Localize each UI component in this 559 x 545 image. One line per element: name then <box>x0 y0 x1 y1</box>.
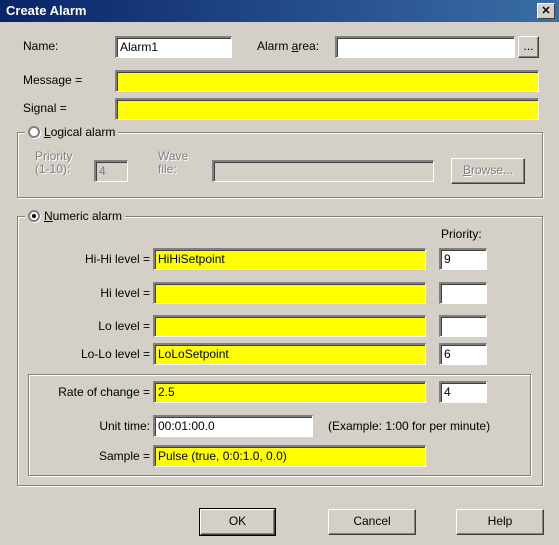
help-button[interactable]: Help <box>456 509 544 535</box>
lolo-priority-field[interactable]: 6 <box>439 343 487 365</box>
wave-file-label: Wave file: <box>158 149 189 176</box>
logical-alarm-radio[interactable]: Logical alarm <box>25 124 119 140</box>
close-icon: ✕ <box>541 5 551 17</box>
logical-alarm-radio-icon <box>28 126 40 138</box>
alarm-area-label: Alarm area: <box>257 39 320 53</box>
signal-field[interactable] <box>115 98 539 120</box>
signal-label: Signal = <box>23 101 67 115</box>
hihi-priority-field[interactable]: 9 <box>439 248 487 270</box>
unit-time-example: (Example: 1:00 for per minute) <box>328 419 491 433</box>
alarm-area-browse-button[interactable]: ... <box>518 36 539 58</box>
priority-header: Priority: <box>441 227 482 241</box>
numeric-alarm-radio-icon <box>28 210 40 222</box>
close-button[interactable]: ✕ <box>537 3 555 19</box>
sample-label: Sample = <box>98 449 150 463</box>
lo-level-label: Lo level = <box>98 319 150 333</box>
message-field[interactable] <box>115 70 539 92</box>
name-label: Name: <box>23 39 59 53</box>
unit-time-label: Unit time: <box>99 419 150 433</box>
hi-level-field[interactable] <box>153 282 426 304</box>
wave-file-field[interactable] <box>212 160 434 182</box>
logical-priority-field[interactable]: 4 <box>94 160 128 182</box>
priority-label: Priority (1-10): <box>35 149 73 176</box>
cancel-button[interactable]: Cancel <box>328 509 416 535</box>
lolo-level-label: Lo-Lo level = <box>80 347 150 361</box>
ok-button[interactable]: OK <box>199 508 276 536</box>
lo-level-field[interactable] <box>153 315 426 337</box>
numeric-alarm-radio[interactable]: Numeric alarm <box>25 208 126 224</box>
lolo-level-field[interactable]: LoLoSetpoint <box>153 343 426 365</box>
rate-priority-field[interactable]: 4 <box>439 381 487 403</box>
rate-of-change-field[interactable]: 2.5 <box>153 381 426 403</box>
unit-time-field[interactable]: 00:01:00.0 <box>153 415 313 437</box>
browse-button[interactable]: Browse... <box>451 158 525 184</box>
window-title: Create Alarm <box>6 3 87 18</box>
rate-of-change-label: Rate of change = <box>58 385 150 399</box>
hihi-level-field[interactable]: HiHiSetpoint <box>153 248 426 270</box>
sample-field[interactable]: Pulse (true, 0:0:1.0, 0.0) <box>153 445 426 467</box>
name-field[interactable]: Alarm1 <box>115 36 232 58</box>
message-label: Message = <box>23 73 83 87</box>
lo-priority-field[interactable] <box>439 315 487 337</box>
hi-priority-field[interactable] <box>439 282 487 304</box>
hi-level-label: Hi level = <box>100 286 150 300</box>
hihi-level-label: Hi-Hi level = <box>84 252 150 266</box>
alarm-area-field[interactable] <box>335 36 515 58</box>
